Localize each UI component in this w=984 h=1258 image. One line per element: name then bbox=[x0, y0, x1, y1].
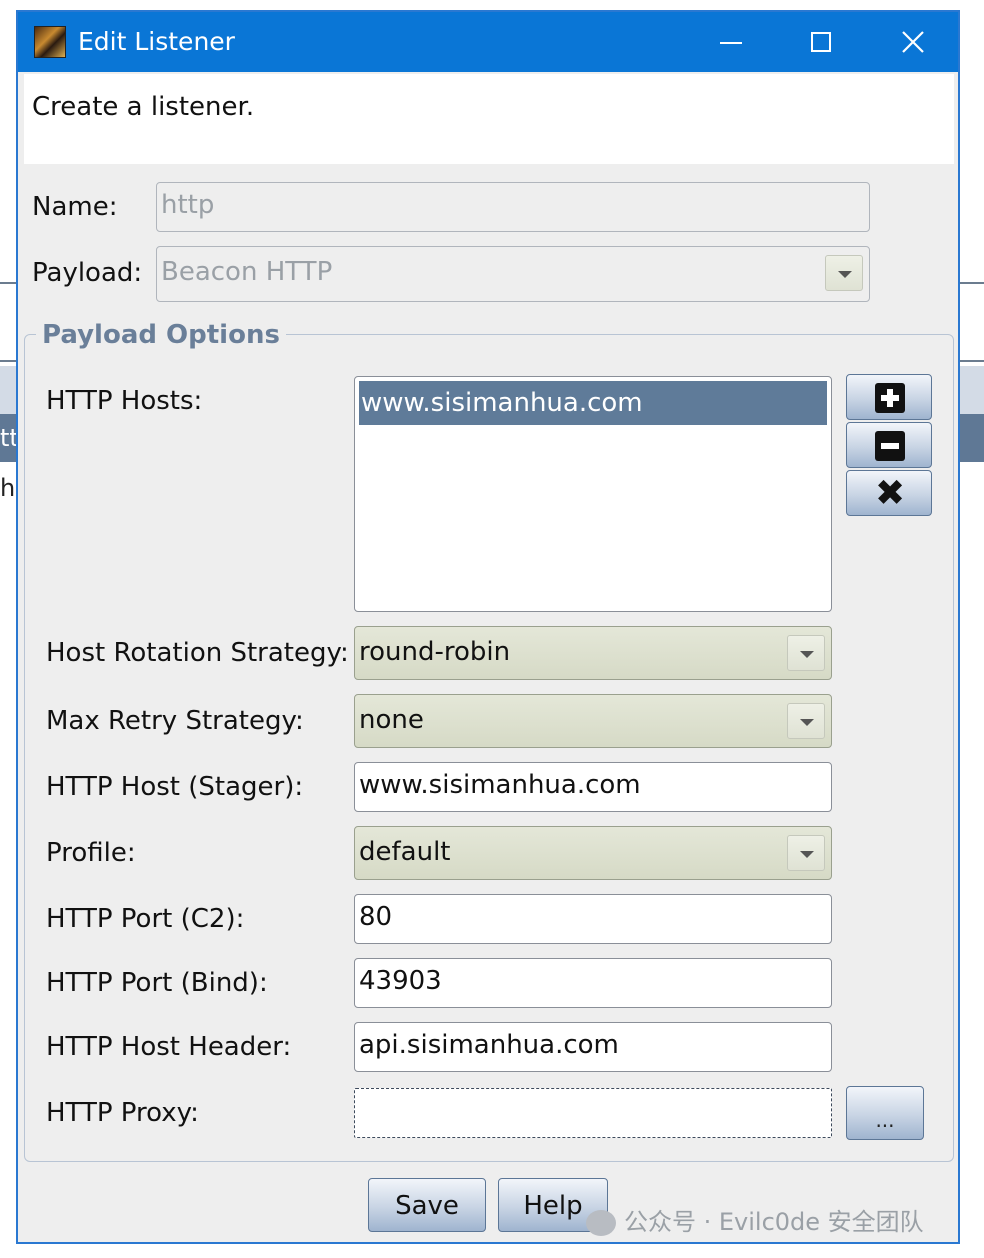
title-bar[interactable]: Edit Listener bbox=[18, 12, 958, 72]
chevron-down-icon[interactable] bbox=[787, 635, 825, 671]
list-item[interactable]: www.sisimanhua.com bbox=[359, 381, 827, 425]
payload-options-title: Payload Options bbox=[36, 320, 286, 350]
chevron-down-icon[interactable] bbox=[787, 703, 825, 739]
port-bind-label: HTTP Port (Bind): bbox=[46, 968, 268, 998]
description-text: Create a listener. bbox=[32, 92, 255, 122]
host-rotation-label: Host Rotation Strategy: bbox=[46, 638, 349, 668]
minimize-button[interactable] bbox=[708, 22, 754, 62]
background-row-text: h bbox=[0, 474, 16, 502]
save-button[interactable]: Save bbox=[368, 1178, 486, 1232]
background-table-header bbox=[960, 366, 984, 414]
watermark: 公众号 · Evilc0de 安全团队 bbox=[586, 1202, 924, 1237]
port-c2-field[interactable]: 80 bbox=[354, 894, 832, 944]
chevron-down-icon[interactable] bbox=[787, 835, 825, 871]
max-retry-select[interactable]: none bbox=[354, 694, 832, 748]
port-bind-field[interactable]: 43903 bbox=[354, 958, 832, 1008]
http-hosts-label: HTTP Hosts: bbox=[46, 386, 203, 416]
minus-icon bbox=[875, 431, 905, 461]
description-panel: Create a listener. bbox=[24, 74, 954, 164]
stager-host-field[interactable]: www.sisimanhua.com bbox=[354, 762, 832, 812]
http-hosts-list[interactable]: www.sisimanhua.com bbox=[354, 376, 832, 612]
proxy-field[interactable] bbox=[354, 1088, 832, 1138]
watermark-text: 公众号 · Evilc0de 安全团队 bbox=[624, 1208, 924, 1236]
host-rotation-value: round-robin bbox=[359, 637, 511, 667]
chevron-down-icon[interactable] bbox=[825, 255, 863, 291]
maximize-icon bbox=[811, 32, 831, 52]
host-header-field[interactable]: api.sisimanhua.com bbox=[354, 1022, 832, 1072]
max-retry-value: none bbox=[359, 705, 424, 735]
maximize-button[interactable] bbox=[798, 22, 844, 62]
host-rotation-select[interactable]: round-robin bbox=[354, 626, 832, 680]
close-button[interactable] bbox=[890, 22, 936, 62]
remove-host-button[interactable] bbox=[846, 422, 932, 468]
wechat-icon bbox=[586, 1210, 616, 1236]
payload-label: Payload: bbox=[32, 258, 143, 288]
max-retry-label: Max Retry Strategy: bbox=[46, 706, 304, 736]
window-title: Edit Listener bbox=[78, 27, 235, 56]
clear-hosts-button[interactable]: ✖ bbox=[846, 470, 932, 516]
plus-icon bbox=[875, 383, 905, 413]
payload-select-value: Beacon HTTP bbox=[161, 257, 333, 287]
profile-label: Profile: bbox=[46, 838, 136, 868]
port-c2-label: HTTP Port (C2): bbox=[46, 904, 245, 934]
name-label: Name: bbox=[32, 192, 118, 222]
host-header-label: HTTP Host Header: bbox=[46, 1032, 292, 1062]
profile-value: default bbox=[359, 837, 451, 867]
minimize-icon bbox=[720, 42, 742, 44]
edit-listener-dialog: Edit Listener Create a listener. Name: h… bbox=[16, 10, 960, 1244]
profile-select[interactable]: default bbox=[354, 826, 832, 880]
stager-host-label: HTTP Host (Stager): bbox=[46, 772, 304, 802]
x-icon: ✖ bbox=[875, 473, 906, 514]
proxy-label: HTTP Proxy: bbox=[46, 1098, 199, 1128]
add-host-button[interactable] bbox=[846, 374, 932, 420]
proxy-config-button[interactable]: ... bbox=[846, 1086, 924, 1140]
name-field[interactable]: http bbox=[156, 182, 870, 232]
background-divider bbox=[960, 360, 984, 362]
payload-select[interactable]: Beacon HTTP bbox=[156, 246, 870, 302]
app-icon bbox=[34, 26, 66, 58]
background-selected-row bbox=[960, 414, 984, 462]
background-divider bbox=[960, 282, 984, 284]
close-icon bbox=[902, 31, 924, 53]
